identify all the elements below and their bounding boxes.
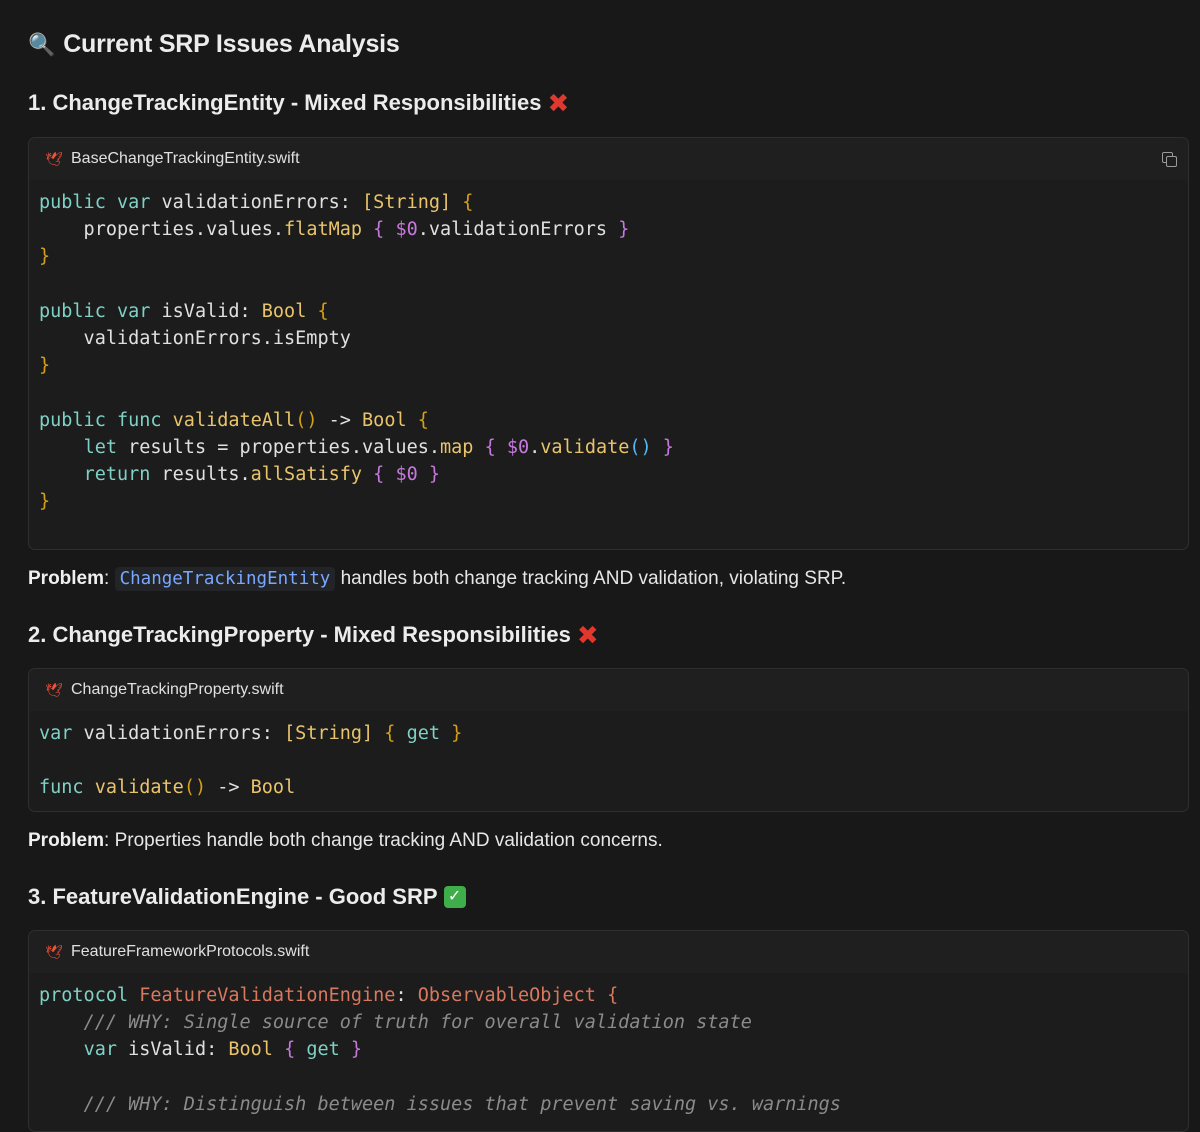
code-block-header: 🕊 ChangeTrackingProperty.swift [29,669,1188,711]
code-content: protocol FeatureValidationEngine: Observ… [39,985,841,1115]
code-file-name: FeatureFrameworkProtocols.swift [71,943,310,960]
code-block-change-tracking-property: 🕊 ChangeTrackingProperty.swift var valid… [28,668,1189,812]
magnifying-glass-icon: 🔍 [28,31,56,57]
section-3-heading: 3. FeatureValidationEngine - Good SRP ✓ [28,884,466,910]
page-title: 🔍 Current SRP Issues Analysis [28,30,400,58]
code-block-feature-framework-protocols: 🕊 FeatureFrameworkProtocols.swift protoc… [28,930,1189,1132]
code-block-base-change-tracking-entity: 🕊 BaseChangeTrackingEntity.swift public … [28,137,1189,550]
cross-mark-icon: ✖ [576,620,599,650]
swift-icon: 🕊 [45,150,63,167]
swift-icon: 🕊 [45,681,63,698]
code-block-header: 🕊 FeatureFrameworkProtocols.swift [29,931,1188,973]
swift-icon: 🕊 [45,943,63,960]
check-mark-icon: ✓ [443,886,466,908]
code-file-name: BaseChangeTrackingEntity.swift [71,150,300,167]
cross-mark-icon: ✖ [547,88,570,118]
section-2-heading: 2. ChangeTrackingProperty - Mixed Respon… [28,620,599,650]
inline-code-entity: ChangeTrackingEntity [114,567,336,591]
code-file-name: ChangeTrackingProperty.swift [71,681,284,698]
code-content: public var validationErrors: [String] { … [39,192,674,513]
code-content: var validationErrors: [String] { get } f… [39,723,463,799]
problem-2-text: Problem: Properties handle both change t… [28,830,663,851]
section-1-heading: 1. ChangeTrackingEntity - Mixed Responsi… [28,88,570,118]
copy-icon[interactable] [1162,152,1177,167]
code-block-header: 🕊 BaseChangeTrackingEntity.swift [29,138,1188,180]
problem-1-text: Problem: ChangeTrackingEntity handles bo… [28,567,847,591]
